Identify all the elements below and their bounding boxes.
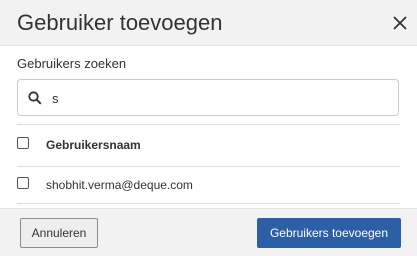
table-cell-username: shobhit.verma@deque.com <box>46 178 193 192</box>
dialog-title: Gebruiker toevoegen <box>17 10 223 35</box>
column-header-username: Gebruikersnaam <box>46 138 141 152</box>
search-label: Gebruikers zoeken <box>17 56 127 71</box>
table-top-divider <box>17 124 400 125</box>
table-header-divider <box>17 166 400 167</box>
search-input[interactable] <box>52 87 382 109</box>
close-icon <box>393 16 407 30</box>
close-button[interactable] <box>386 9 414 37</box>
search-icon <box>28 91 42 105</box>
search-box[interactable] <box>17 79 399 116</box>
row-checkbox[interactable] <box>17 177 29 189</box>
table-bottom-divider <box>17 203 400 204</box>
dialog-footer: Annuleren Gebruikers toevoegen <box>0 208 417 256</box>
select-all-checkbox[interactable] <box>17 137 29 149</box>
cancel-button[interactable]: Annuleren <box>20 218 98 248</box>
add-users-button[interactable]: Gebruikers toevoegen <box>257 218 401 248</box>
dialog-header: Gebruiker toevoegen <box>0 0 417 46</box>
